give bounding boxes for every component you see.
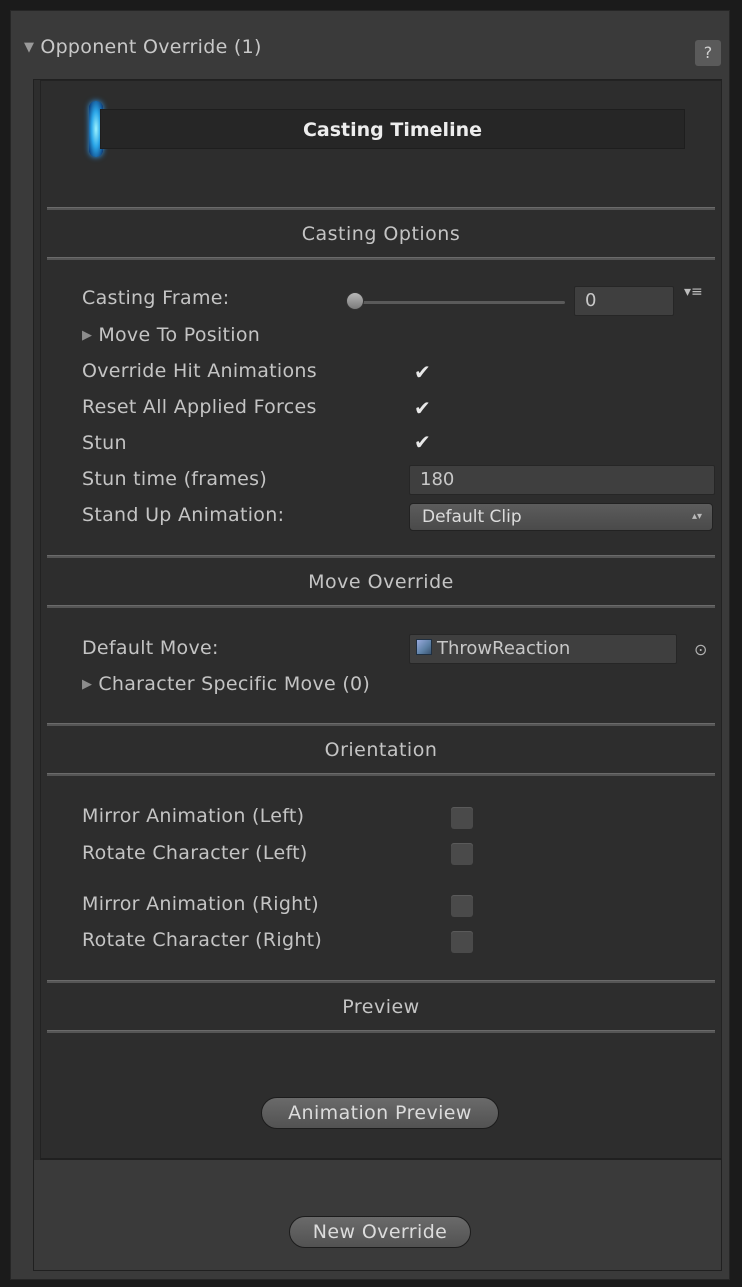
section-title-move-override: Move Override: [308, 571, 454, 593]
stand-up-animation-value: Default Clip: [422, 507, 522, 527]
move-to-position-label: Move To Position: [98, 324, 261, 346]
stun-time-field[interactable]: 180: [409, 465, 715, 495]
mirror-right-checkbox[interactable]: [451, 895, 473, 917]
stun-checkbox[interactable]: ✔: [414, 432, 434, 452]
foldout-open-icon: ▼: [24, 40, 35, 55]
reset-forces-label: Reset All Applied Forces: [82, 396, 317, 418]
casting-frame-label: Casting Frame:: [82, 287, 230, 309]
section-title-orientation: Orientation: [324, 739, 438, 761]
mirror-left-label: Mirror Animation (Left): [82, 805, 305, 827]
help-button[interactable]: ?: [695, 40, 721, 66]
new-override-button[interactable]: New Override: [289, 1216, 471, 1248]
default-move-value: ThrowReaction: [437, 638, 571, 659]
foldout-closed-icon: ▶: [82, 677, 93, 692]
override-hit-animations-checkbox[interactable]: ✔: [414, 362, 434, 382]
character-specific-move-foldout[interactable]: ▶ Character Specific Move (0): [82, 673, 370, 695]
object-picker-icon[interactable]: ⊙: [694, 640, 707, 659]
stun-label: Stun: [82, 432, 127, 454]
default-move-label: Default Move:: [82, 637, 219, 659]
default-move-field[interactable]: ThrowReaction: [409, 634, 677, 664]
section-divider: [47, 257, 715, 260]
rotate-left-checkbox[interactable]: [451, 843, 473, 865]
move-to-position-foldout[interactable]: ▶ Move To Position: [82, 324, 260, 346]
stun-time-label: Stun time (frames): [82, 468, 268, 490]
override-footer: [34, 1160, 721, 1270]
stand-up-animation-label: Stand Up Animation:: [82, 504, 285, 526]
section-title-preview: Preview: [342, 996, 420, 1018]
section-divider: [47, 723, 715, 726]
stand-up-animation-dropdown[interactable]: Default Clip ▴▾: [409, 503, 713, 531]
section-divider: [47, 773, 715, 776]
rotate-right-label: Rotate Character (Right): [82, 929, 323, 951]
override-hit-animations-label: Override Hit Animations: [82, 360, 317, 382]
section-divider: [47, 605, 715, 608]
casting-frame-slider-thumb[interactable]: [346, 292, 364, 310]
foldout-closed-icon: ▶: [82, 328, 93, 343]
casting-frame-field[interactable]: 0: [574, 286, 674, 316]
section-divider: [47, 1030, 715, 1033]
casting-frame-slider-track[interactable]: [355, 301, 565, 304]
rotate-right-checkbox[interactable]: [451, 931, 473, 953]
rotate-left-label: Rotate Character (Left): [82, 842, 308, 864]
character-specific-move-label: Character Specific Move (0): [98, 673, 371, 695]
mirror-left-checkbox[interactable]: [451, 807, 473, 829]
menu-icon[interactable]: ▾≡: [684, 284, 703, 300]
section-divider: [47, 555, 715, 558]
mirror-right-label: Mirror Animation (Right): [82, 893, 319, 915]
move-asset-icon: [416, 639, 432, 655]
panel-header-foldout[interactable]: ▼ Opponent Override (1): [24, 36, 262, 58]
casting-timeline-title: Casting Timeline: [100, 109, 685, 149]
section-divider: [47, 207, 715, 210]
section-divider: [47, 980, 715, 983]
section-title-casting-options: Casting Options: [301, 223, 461, 245]
animation-preview-button[interactable]: Animation Preview: [261, 1097, 499, 1129]
panel-title: Opponent Override (1): [40, 36, 262, 58]
dropdown-arrows-icon: ▴▾: [691, 511, 702, 522]
reset-forces-checkbox[interactable]: ✔: [414, 398, 434, 418]
